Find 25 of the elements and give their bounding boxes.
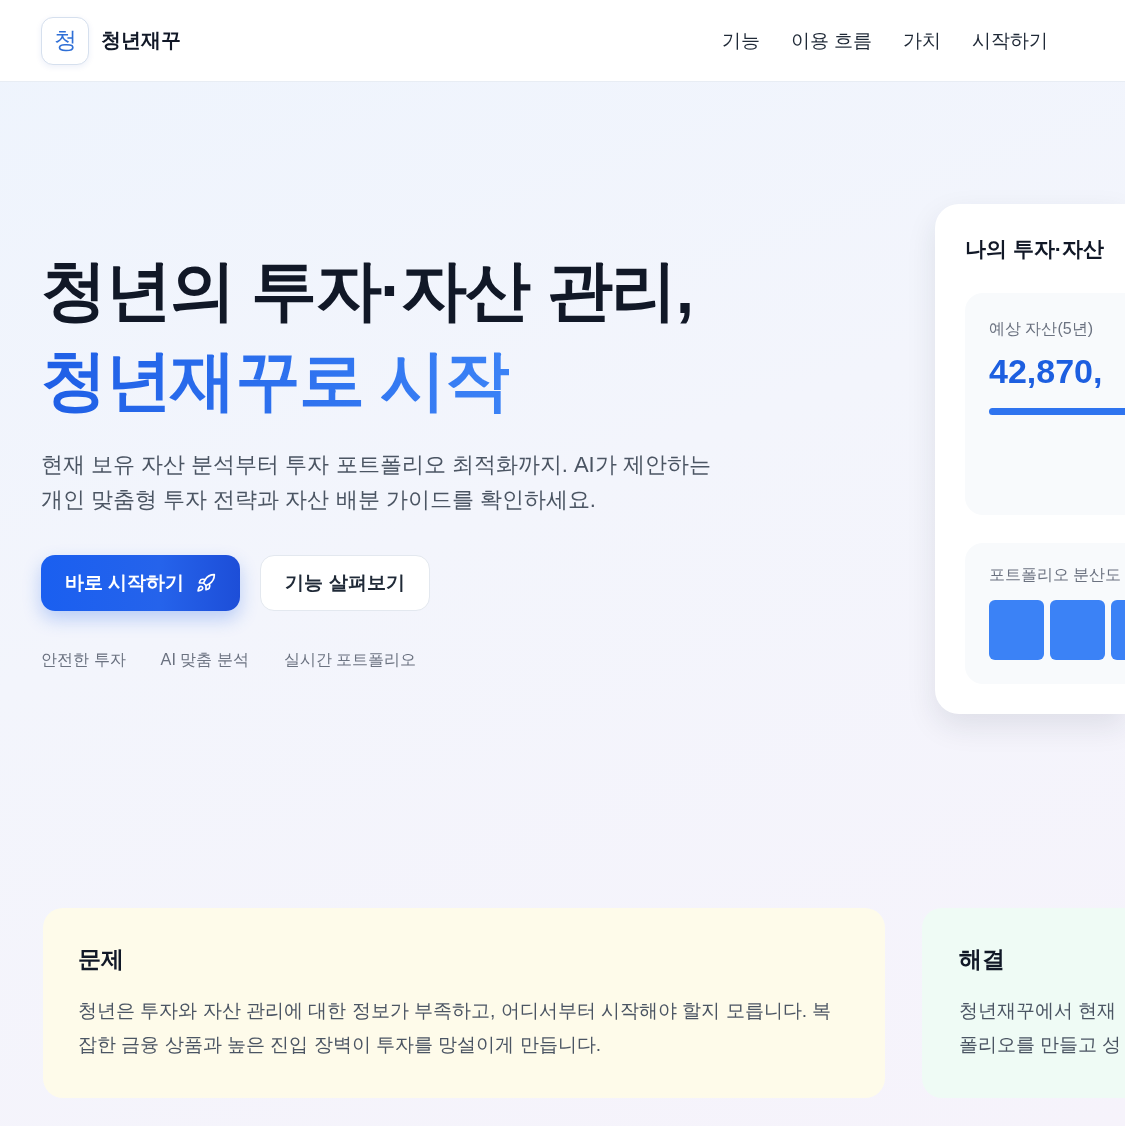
portfolio-tile: [1111, 600, 1125, 660]
card-text: 청년재꾸에서 현재 폴리오를 만들고 성: [959, 999, 1123, 1057]
feature-highlight: 실시간 포트폴리오: [283, 649, 417, 670]
explore-button[interactable]: 기능 살펴보기: [260, 555, 430, 611]
card-text: 청년은 투자와 자산 관리에 대한 정보가 부족하고, 어디서부터 시작해야 할지 모릅니다. 복잡한 금융 상품과 높은 진입 장벽이 투자를 망설이게 만듭니다.: [78, 999, 833, 1057]
logo-mark: 청: [41, 16, 89, 65]
nav-link[interactable]: 기능: [721, 27, 760, 54]
portfolio-tile: [1050, 600, 1105, 660]
portfolio-tile: [989, 600, 1044, 660]
asset-value: 42,870,: [989, 351, 1104, 392]
rocket-icon: [196, 573, 217, 593]
brand-name: 청년재꾸: [101, 28, 181, 53]
hero-title: 청년의 투자·자산 관리,: [41, 252, 693, 329]
feature-highlight: AI 맞춤 분석: [160, 649, 249, 670]
feature-highlight: 안전한 투자: [41, 649, 126, 670]
nav-link[interactable]: 시작하기: [972, 27, 1048, 54]
start-button[interactable]: 바로 시작하기: [41, 555, 241, 611]
card-title: 문제: [78, 945, 125, 974]
card-title: 해결: [959, 945, 1006, 974]
hero-description: 현재 보유 자산 분석부터 투자 포트폴리오 최적화까지. AI가 제안하는 개인 맞춤형 투자 전략과 자산 배분 가이드를 확인하세요.: [41, 451, 712, 514]
nav-link[interactable]: 가치: [903, 27, 941, 54]
panel-label: 예상 자산(5년): [989, 319, 1094, 339]
panel-label: 포트폴리오 분산도: [989, 565, 1123, 585]
dashboard-title: 나의 투자·자산: [965, 236, 1105, 262]
nav-link[interactable]: 이용 흐름: [790, 27, 872, 54]
